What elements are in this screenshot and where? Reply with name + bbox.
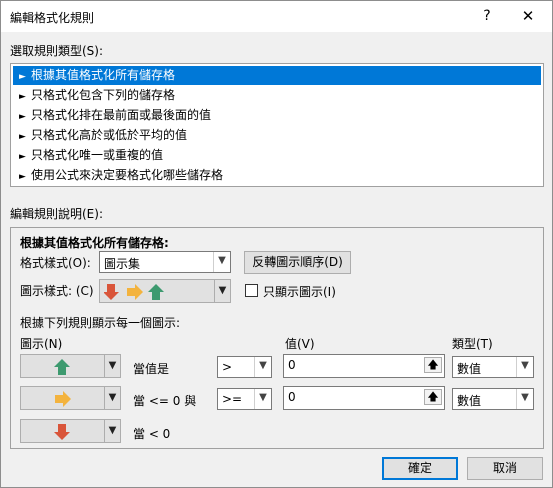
operator-select-row-1[interactable]: > ▼: [217, 356, 272, 378]
range-picker-icon[interactable]: 🡅: [424, 389, 442, 405]
show-icon-only-checkbox[interactable]: [245, 284, 258, 297]
down-arrow-icon: [54, 423, 72, 441]
right-arrow-icon: [127, 284, 143, 300]
list-item-label: 根據其值格式化所有儲存格: [31, 68, 176, 82]
list-item-label: 只格式化高於或低於平均的值: [31, 128, 188, 142]
chevron-down-icon: ▼: [516, 389, 533, 409]
rules-heading: 根據下列規則顯示每一個圖示:: [20, 316, 181, 330]
list-item-label: 使用公式來決定要格式化哪些儲存格: [31, 168, 224, 182]
rule-type-label: 選取規則類型(S):: [10, 44, 104, 58]
rule-type-item-top-bottom[interactable]: ► 只格式化排在最前面或最後面的值: [13, 106, 541, 125]
icon-style-select[interactable]: ▼: [99, 279, 231, 303]
chevron-down-icon: ▼: [214, 280, 230, 302]
rule-type-item-above-below-average[interactable]: ► 只格式化高於或低於平均的值: [13, 126, 541, 145]
chevron-down-icon: ▼: [104, 387, 120, 409]
value-text: 0: [288, 358, 296, 372]
icon-set-preview: [104, 283, 170, 301]
rule-type-item-formula[interactable]: ► 使用公式來決定要格式化哪些儲存格: [13, 166, 541, 185]
condition-label-row-3: 當 < 0: [133, 427, 171, 441]
chevron-down-icon: ▼: [213, 252, 230, 272]
rule-description-panel: 根據其值格式化所有儲存格: 格式樣式(O): 圖示集 ▼ 反轉圖示順序(D) 圖…: [10, 227, 544, 449]
icon-select-row-3[interactable]: ▼: [20, 419, 121, 443]
chevron-down-icon: ▼: [254, 357, 271, 377]
title-bar: 編輯格式化規則 ? ✕: [1, 1, 552, 32]
type-select-row-2[interactable]: 數值 ▼: [452, 388, 534, 410]
list-item-label: 只格式化包含下列的儲存格: [31, 88, 176, 102]
value-text: 0: [288, 390, 296, 404]
type-select-row-1[interactable]: 數值 ▼: [452, 356, 534, 378]
format-style-select[interactable]: 圖示集 ▼: [99, 251, 231, 273]
condition-label-row-1: 當值是: [133, 362, 170, 376]
arrow-icon: ►: [19, 112, 26, 122]
chevron-down-icon: ▼: [516, 357, 533, 377]
arrow-icon: ►: [19, 152, 26, 162]
type-column-header: 類型(T): [452, 337, 493, 351]
arrow-icon: ►: [19, 172, 26, 182]
list-item-label: 只格式化唯一或重複的值: [31, 148, 164, 162]
chevron-down-icon: ▼: [104, 420, 120, 442]
right-arrow-icon: [54, 390, 72, 408]
edit-formatting-rule-dialog: 編輯格式化規則 ? ✕ 選取規則類型(S): ► 根據其值格式化所有儲存格 ► 只格…: [0, 0, 553, 488]
rule-type-item-format-all[interactable]: ► 根據其值格式化所有儲存格: [13, 66, 541, 85]
description-heading: 根據其值格式化所有儲存格:: [20, 236, 169, 250]
down-arrow-icon: [104, 284, 119, 300]
icon-select-row-1[interactable]: ▼: [20, 354, 121, 378]
operator-select-row-2[interactable]: >= ▼: [217, 388, 272, 410]
show-icon-only-label: 只顯示圖示(I): [263, 285, 336, 299]
value-input-row-1[interactable]: 0 🡅: [283, 354, 445, 378]
range-picker-icon[interactable]: 🡅: [424, 357, 442, 373]
format-style-label: 格式樣式(O):: [20, 256, 91, 270]
reverse-icon-order-button[interactable]: 反轉圖示順序(D): [244, 251, 351, 274]
cancel-button[interactable]: 取消: [467, 457, 543, 480]
arrow-icon: ►: [19, 92, 26, 102]
icon-select-row-2[interactable]: ▼: [20, 386, 121, 410]
help-button[interactable]: ?: [477, 6, 497, 26]
chevron-down-icon: ▼: [254, 389, 271, 409]
list-item-label: 只格式化排在最前面或最後面的值: [31, 108, 212, 122]
format-style-value: 圖示集: [104, 257, 141, 271]
up-arrow-icon: [148, 284, 164, 300]
condition-label-row-2: 當 <= 0 與: [133, 394, 197, 408]
type-value: 數值: [457, 362, 482, 376]
up-arrow-icon: [54, 358, 72, 376]
close-button[interactable]: ✕: [516, 6, 540, 26]
operator-value: >: [222, 360, 233, 374]
rule-type-item-unique-duplicate[interactable]: ► 只格式化唯一或重複的值: [13, 146, 541, 165]
rule-type-list[interactable]: ► 根據其值格式化所有儲存格 ► 只格式化包含下列的儲存格 ► 只格式化排在最前面或最…: [10, 63, 544, 187]
operator-value: >=: [222, 392, 243, 406]
dialog-title: 編輯格式化規則: [10, 11, 95, 25]
rule-type-item-contains[interactable]: ► 只格式化包含下列的儲存格: [13, 86, 541, 105]
rule-description-label: 編輯規則說明(E):: [10, 207, 103, 221]
value-column-header: 值(V): [285, 337, 315, 351]
chevron-down-icon: ▼: [104, 355, 120, 377]
ok-button[interactable]: 確定: [382, 457, 458, 480]
icon-column-header: 圖示(N): [20, 337, 63, 351]
arrow-icon: ►: [19, 72, 26, 82]
icon-style-label: 圖示樣式: (C): [20, 284, 94, 298]
value-input-row-2[interactable]: 0 🡅: [283, 386, 445, 410]
type-value: 數值: [457, 394, 482, 408]
arrow-icon: ►: [19, 132, 26, 142]
